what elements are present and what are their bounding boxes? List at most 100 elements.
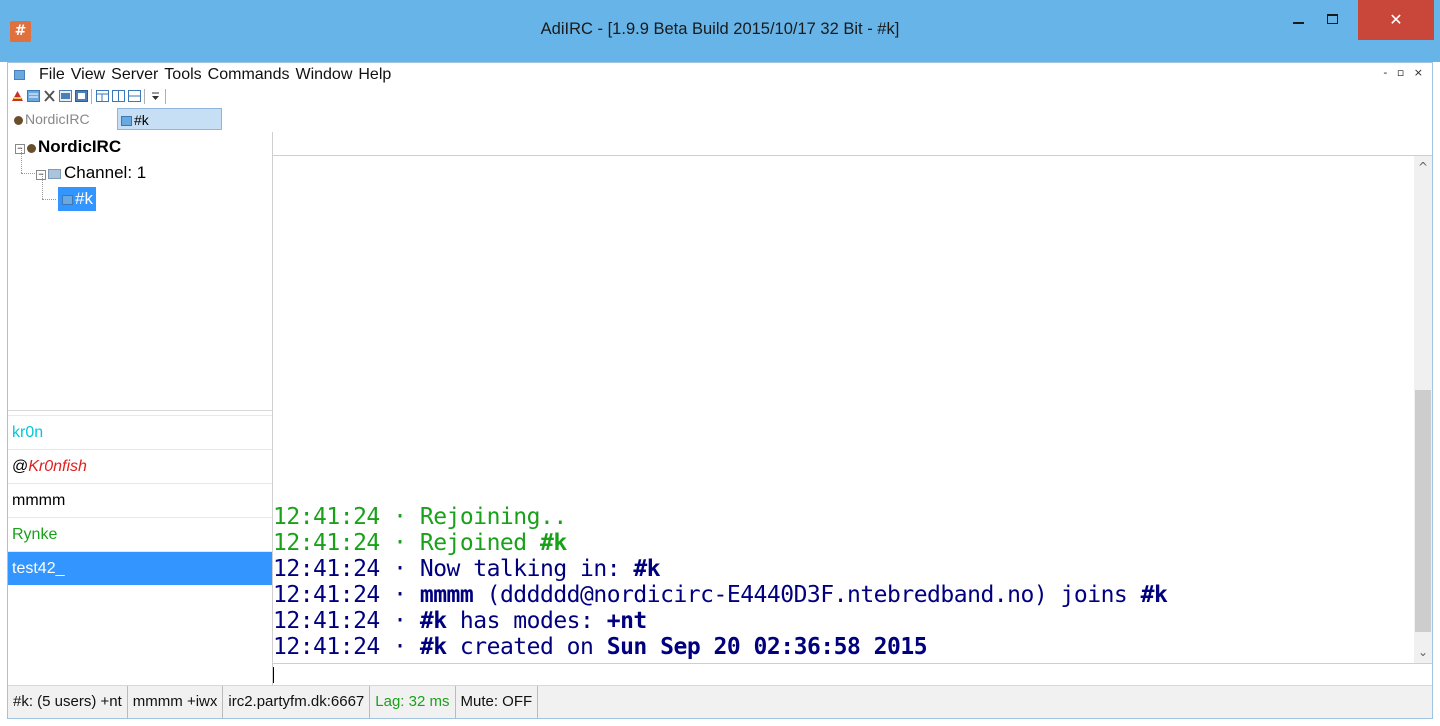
chat-scrollbar[interactable]: ^ ⌄ — [1414, 156, 1432, 663]
menu-file[interactable]: File — [36, 63, 68, 87]
address-book-icon[interactable] — [75, 90, 88, 102]
chat-text: #k — [633, 556, 661, 582]
toolbar-dropdown-icon[interactable] — [149, 90, 162, 102]
channel-list-icon[interactable] — [27, 90, 40, 102]
nick-list-item[interactable]: kr0n — [8, 415, 272, 449]
server-icon — [14, 116, 23, 125]
nick-prefix: @ — [12, 458, 29, 475]
nick-name: mmmm — [12, 492, 66, 509]
status-bar: #k: (5 users) +nt mmmm +iwx irc2.partyfm… — [8, 685, 1432, 718]
chat-separator: · — [393, 582, 407, 608]
chat-separator: · — [393, 530, 407, 556]
status-lag: Lag: 32 ms — [370, 686, 456, 718]
chat-separator: · — [393, 556, 407, 582]
topic-bar[interactable] — [273, 132, 1432, 156]
toolbar-separator — [165, 89, 166, 104]
scroll-down-icon[interactable]: ⌄ — [1414, 643, 1432, 661]
tab-server[interactable]: NordicIRC — [11, 108, 119, 130]
chat-separator: · — [393, 608, 407, 634]
treebar: − NordicIRC − Channel: 1 #k — [8, 132, 273, 410]
chat-area[interactable]: 12:41:24 · Rejoining.. 12:41:24 · Rejoine… — [273, 156, 1414, 663]
chat-text — [407, 582, 420, 608]
menu-view[interactable]: View — [68, 63, 108, 87]
title-bar[interactable]: # AdiIRC - [1.9.9 Beta Build 2015/10/17 … — [0, 0, 1440, 62]
client-area: File View Server Tools Commands Window Help - … — [7, 62, 1433, 719]
tree-network-label: NordicIRC — [38, 137, 122, 156]
tree-item-channel-group[interactable]: − Channel: 1 — [36, 161, 146, 185]
tree-connector — [21, 173, 35, 174]
server-icon — [27, 144, 36, 153]
chat-text: created on — [446, 634, 607, 660]
chat-text: mmmm — [419, 582, 474, 608]
chat-line: 12:41:24 · Rejoining.. — [273, 504, 1414, 530]
tab-channel[interactable]: #k — [117, 108, 222, 130]
minimize-button[interactable] — [1281, 0, 1315, 40]
channel-icon — [62, 195, 73, 205]
nick-name: test42_ — [12, 560, 65, 577]
tree-item-network[interactable]: − NordicIRC — [15, 135, 121, 159]
channel-icon — [121, 116, 132, 126]
nick-list-item[interactable]: test42_ — [8, 551, 272, 585]
menu-window[interactable]: Window — [292, 63, 355, 87]
chat-timestamp: 12:41:24 — [273, 530, 380, 556]
chat-timestamp: 12:41:24 — [273, 634, 380, 660]
tab-server-label: NordicIRC — [25, 111, 90, 127]
toolbar-separator — [144, 89, 145, 104]
chat-timestamp: 12:41:24 — [273, 504, 380, 530]
nick-list-item[interactable]: @Kr0nfish — [8, 449, 272, 483]
status-mute[interactable]: Mute: OFF — [456, 686, 539, 718]
chat-line: 12:41:24 · #k created on Sun Sep 20 02:3… — [273, 634, 1414, 660]
chat-separator: · — [393, 504, 407, 530]
chat-line: 12:41:24 · #k has modes: +nt — [273, 608, 1414, 634]
chat-timestamp: 12:41:24 — [273, 608, 380, 634]
menu-tools[interactable]: Tools — [161, 63, 204, 87]
menu-bar: File View Server Tools Commands Window Help - … — [8, 63, 1432, 87]
nick-list: kr0n @Kr0nfish mmmm Rynke test42_ — [8, 410, 273, 685]
status-channel: #k: (5 users) +nt — [8, 686, 128, 718]
chat-text: (dddddd@nordicirc-E4440D3F.ntebredband.n… — [473, 582, 1141, 608]
chat-separator: · — [393, 634, 407, 660]
chat-text: #k — [419, 608, 447, 634]
window-tab-bar: NordicIRC #k — [8, 107, 1432, 132]
maximize-button[interactable] — [1315, 0, 1349, 40]
cascade-icon[interactable] — [96, 90, 109, 102]
adiirc-window: # AdiIRC - [1.9.9 Beta Build 2015/10/17 … — [0, 0, 1440, 726]
chat-text: Rejoining.. — [406, 504, 567, 530]
scripts-icon[interactable] — [59, 90, 72, 102]
nick-list-item[interactable]: mmmm — [8, 483, 272, 517]
menu-commands[interactable]: Commands — [205, 63, 293, 87]
chat-text: #k — [539, 530, 567, 556]
tile-horizontal-icon[interactable] — [128, 90, 141, 102]
close-button[interactable]: ✕ — [1358, 0, 1434, 40]
connect-icon[interactable] — [11, 90, 24, 102]
toolbar-separator — [91, 89, 92, 104]
scroll-up-icon[interactable]: ^ — [1414, 158, 1432, 176]
chat-text — [407, 634, 420, 660]
tree-group-label: Channel: 1 — [64, 163, 147, 182]
chat-text: #k — [419, 634, 447, 660]
chat-line: 12:41:24 · Now talking in: #k — [273, 556, 1414, 582]
tab-channel-label: #k — [134, 112, 149, 128]
folder-icon — [48, 169, 61, 179]
scroll-thumb[interactable] — [1415, 390, 1431, 632]
nick-name: Kr0nfish — [28, 458, 87, 475]
chat-lines: 12:41:24 · Rejoining.. 12:41:24 · Rejoine… — [273, 504, 1414, 660]
chat-line: 12:41:24 · mmmm (dddddd@nordicirc-E4440D… — [273, 582, 1414, 608]
chat-text: #k — [1140, 582, 1168, 608]
message-input[interactable] — [273, 663, 1432, 685]
tree-item-channel[interactable]: #k — [58, 187, 96, 211]
window-menu-icon[interactable] — [14, 70, 25, 80]
toolbar — [8, 87, 1432, 107]
status-server: irc2.partyfm.dk:6667 — [223, 686, 371, 718]
menu-help[interactable]: Help — [355, 63, 394, 87]
collapse-icon[interactable]: − — [15, 144, 25, 154]
tile-vertical-icon[interactable] — [112, 90, 125, 102]
nick-name: Rynke — [12, 526, 58, 543]
maximize-icon — [1326, 13, 1338, 24]
menu-server[interactable]: Server — [108, 63, 161, 87]
options-icon[interactable] — [43, 90, 56, 102]
mdi-window-controls[interactable]: - ▫ × — [1383, 66, 1426, 79]
nick-list-item[interactable]: Rynke — [8, 517, 272, 551]
collapse-icon[interactable]: − — [36, 170, 46, 180]
chat-text: Sun Sep 20 02:36:58 2015 — [606, 634, 928, 660]
